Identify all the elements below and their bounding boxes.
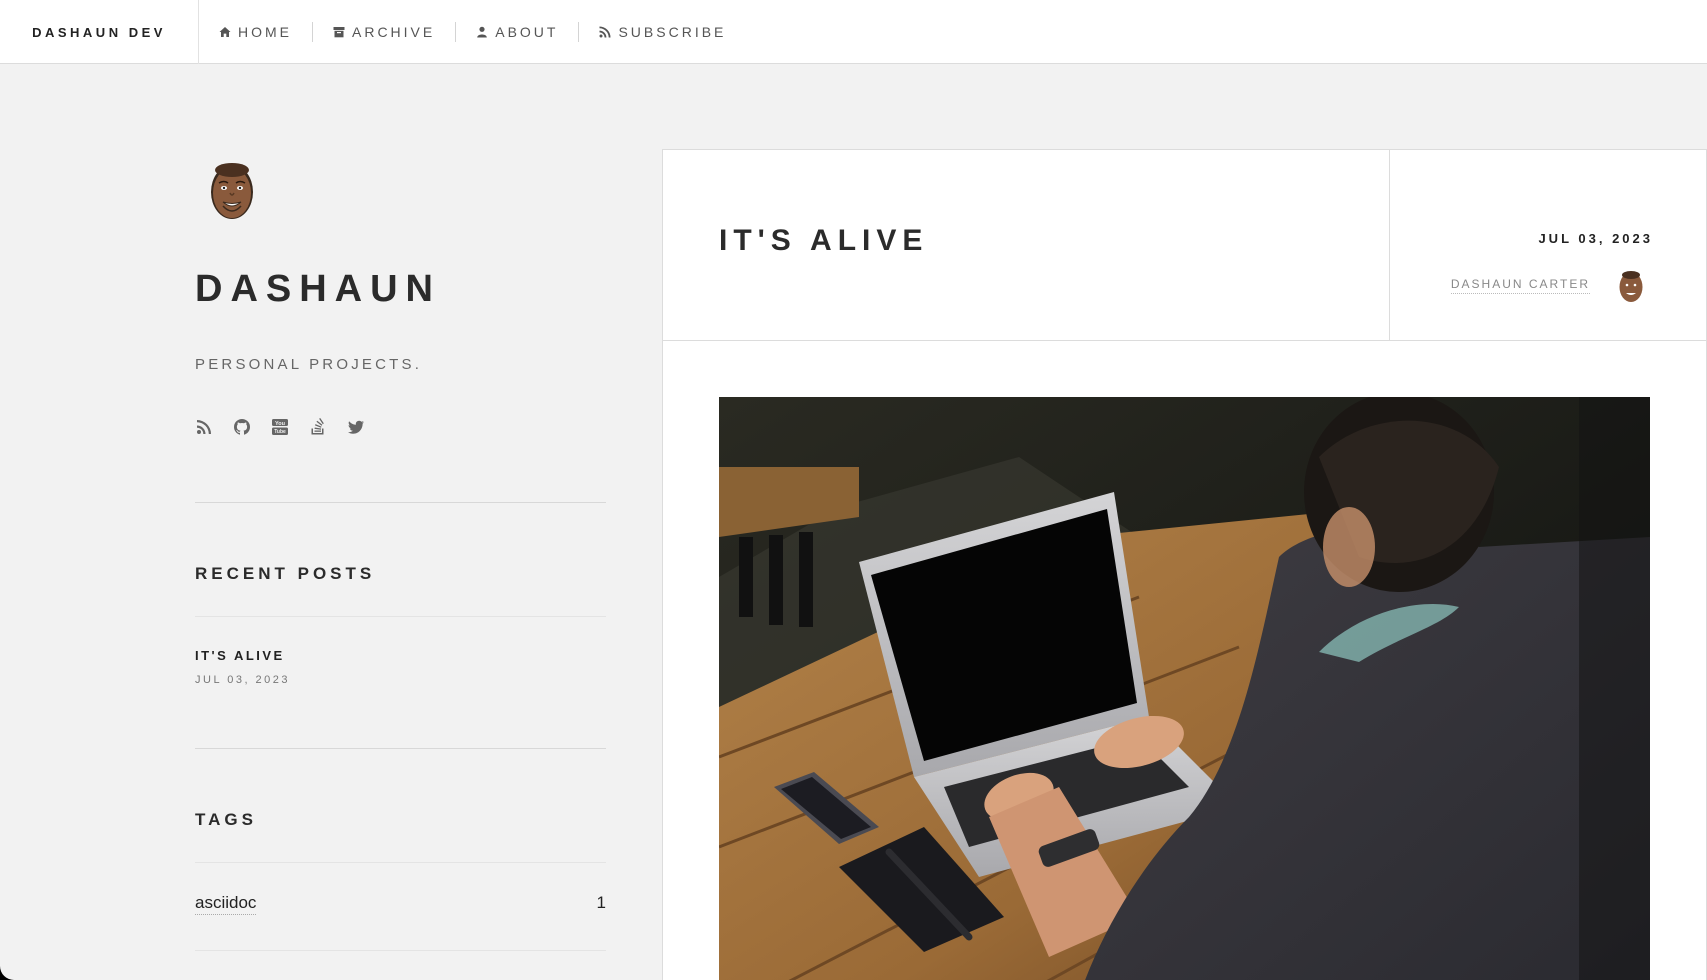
author-avatar[interactable] xyxy=(208,160,256,220)
sidebar-divider xyxy=(195,950,606,951)
stackoverflow-icon[interactable] xyxy=(309,418,327,436)
header-divider xyxy=(1389,150,1390,340)
nav-archive-link[interactable]: ARCHIVE xyxy=(313,22,455,42)
tags-heading: TAGS xyxy=(195,810,257,829)
article-header: IT'S ALIVE JUL 03, 2023 DASHAUN CARTER xyxy=(663,150,1707,341)
nav-subscribe-link[interactable]: SUBSCRIBE xyxy=(579,22,746,42)
youtube-icon[interactable]: You Tube xyxy=(271,418,289,436)
sidebar-divider xyxy=(195,616,606,617)
hero-image xyxy=(719,397,1650,980)
author-avatar-small[interactable] xyxy=(1618,269,1644,303)
site-title: DASHAUN xyxy=(195,268,441,310)
nav-about-link[interactable]: ABOUT xyxy=(456,22,578,42)
site-description: PERSONAL PROJECTS. xyxy=(195,356,423,373)
sidebar-divider xyxy=(195,748,606,749)
home-icon xyxy=(219,27,231,37)
rss-icon[interactable] xyxy=(195,418,213,436)
tag-link[interactable]: asciidoc xyxy=(195,893,257,915)
archive-icon xyxy=(333,27,345,38)
svg-text:Tube: Tube xyxy=(274,429,286,435)
twitter-icon[interactable] xyxy=(347,418,365,436)
recent-posts-heading: RECENT POSTS xyxy=(195,564,376,583)
article-card: IT'S ALIVE JUL 03, 2023 DASHAUN CARTER xyxy=(662,149,1707,980)
sidebar-divider xyxy=(195,502,606,503)
social-links: You Tube xyxy=(195,418,365,436)
recent-post-link[interactable]: IT'S ALIVE xyxy=(195,648,285,663)
nav-home-label: HOME xyxy=(238,24,292,40)
nav-archive-label: ARCHIVE xyxy=(352,24,436,40)
main-nav: HOME ARCHIVE ABOUT SUBSCRIBE xyxy=(199,0,746,64)
tag-count: 1 xyxy=(596,893,606,912)
nav-home-link[interactable]: HOME xyxy=(199,22,312,42)
sidebar-divider xyxy=(195,862,606,863)
rss-icon xyxy=(599,26,611,38)
top-navigation-bar: DASHAUN DEV HOME ARCHIVE ABOUT SUBSCRIBE xyxy=(0,0,1707,64)
user-icon xyxy=(477,26,488,38)
nav-subscribe-label: SUBSCRIBE xyxy=(618,24,727,40)
article-date: JUL 03, 2023 xyxy=(1538,231,1653,246)
site-brand-link[interactable]: DASHAUN DEV xyxy=(0,0,199,64)
recent-post-date: JUL 03, 2023 xyxy=(195,674,291,686)
svg-text:You: You xyxy=(275,421,285,427)
author-link[interactable]: DASHAUN CARTER xyxy=(1450,277,1590,294)
page: DASHAUN DEV HOME ARCHIVE ABOUT SUBSCRIBE xyxy=(0,0,1707,980)
nav-about-label: ABOUT xyxy=(495,24,559,40)
github-icon[interactable] xyxy=(233,418,251,436)
article-title[interactable]: IT'S ALIVE xyxy=(719,224,928,258)
